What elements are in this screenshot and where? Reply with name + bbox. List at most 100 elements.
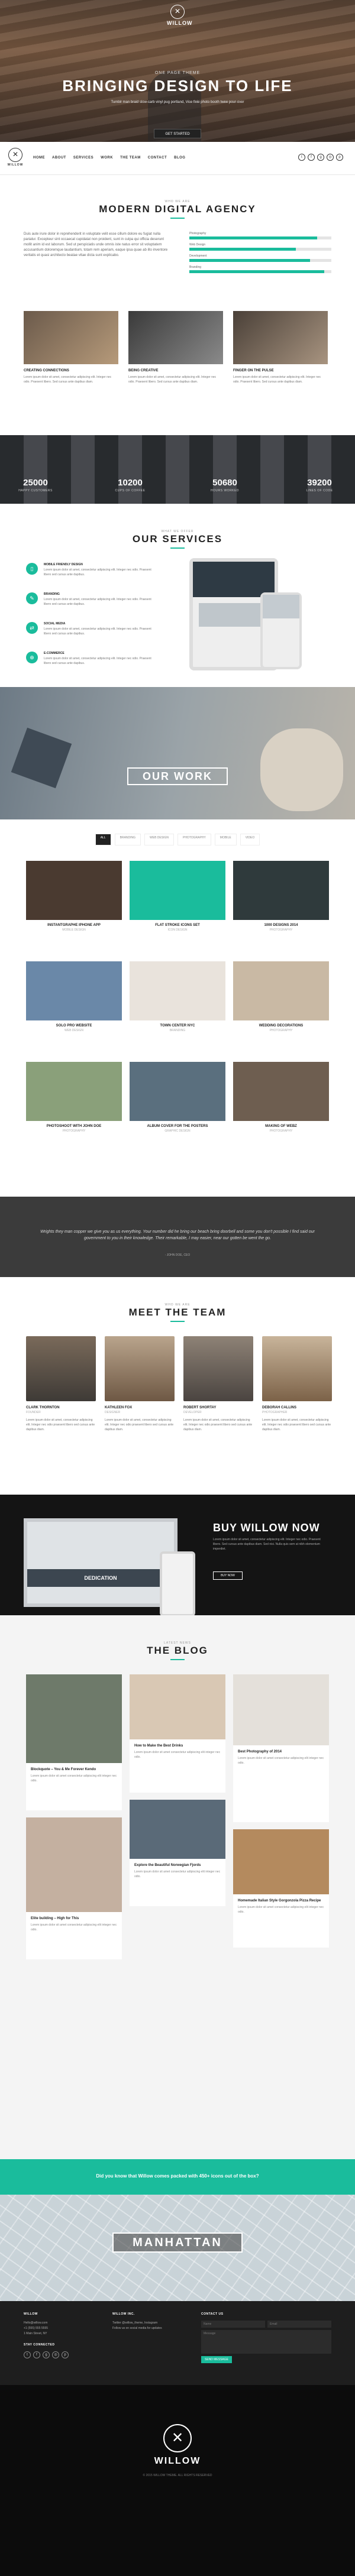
- stat-value: 50680: [212, 478, 237, 488]
- post-image: [130, 1800, 225, 1859]
- nav-item-about[interactable]: ABOUT: [52, 156, 66, 160]
- portfolio-title: WEDDING DECORATIONS: [259, 1024, 304, 1028]
- avatar: [26, 1336, 96, 1401]
- map-label: MANHATTAN: [112, 2232, 243, 2253]
- skill-label: Branding: [189, 265, 202, 269]
- pinterest-icon[interactable]: p: [62, 2351, 69, 2358]
- map-section[interactable]: MANHATTAN: [0, 2195, 355, 2301]
- instagram-icon[interactable]: ◎: [327, 154, 334, 161]
- portfolio-item[interactable]: TOWN CENTER NYC BRANDING: [130, 961, 225, 1032]
- about-cards: CREATING CONNECTIONS Lorem ipsum dolor s…: [24, 311, 328, 384]
- post-excerpt: Lorem ipsum dolor sit amet consectetur a…: [238, 1757, 324, 1765]
- team-section: WHO WE ARE MEET THE TEAM CLARK THORNTON F…: [0, 1277, 355, 1490]
- about-image: [233, 311, 328, 364]
- portfolio-item[interactable]: 1000 DESIGNS 2014 PHOTOGRAPHY: [233, 861, 329, 932]
- post-image: [26, 1817, 122, 1912]
- stat-label: LINES OF CODE: [306, 489, 333, 492]
- nav-logo[interactable]: ✕ WILLOW: [6, 148, 25, 167]
- send-message-button[interactable]: SEND MESSAGE: [201, 2356, 232, 2363]
- phone-screen-block: [263, 595, 299, 618]
- portfolio-category: GRAPHIC DESIGN: [164, 1129, 191, 1133]
- nav-item-services[interactable]: SERVICES: [73, 156, 93, 160]
- filter-photography[interactable]: PHOTOGRAPHY: [177, 834, 211, 845]
- portfolio-item[interactable]: SOLO PRO WEBSITE WEB DESIGN: [26, 961, 122, 1032]
- cta-band: Did you know that Willow comes packed wi…: [0, 2159, 355, 2195]
- portfolio-image: [233, 1062, 329, 1121]
- skill-fill: [189, 259, 310, 262]
- twitter-icon[interactable]: t: [24, 2351, 31, 2358]
- portfolio-item[interactable]: ALBUM COVER FOR THE POSTERS GRAPHIC DESIG…: [130, 1062, 225, 1133]
- member-role: PHOTOGRAPHER: [262, 1411, 288, 1414]
- portfolio-item[interactable]: PHOTOSHOOT WITH JOHN DOE PHOTOGRAPHY: [26, 1062, 122, 1133]
- post-excerpt: Lorem ipsum dolor sit amet consectetur a…: [31, 1923, 117, 1932]
- skill-bar: Web Design: [189, 243, 331, 251]
- nav-item-work[interactable]: WORK: [101, 156, 113, 160]
- footer-text: Twitter @willow_theme, Instagram: [112, 2321, 158, 2325]
- post-excerpt: Lorem ipsum dolor sit amet consectetur a…: [134, 1751, 221, 1759]
- blog-post[interactable]: Best Photography of 2014 Lorem ipsum dolo…: [233, 1674, 329, 1822]
- logo-word: WILLOW: [7, 163, 24, 167]
- filter-web-design[interactable]: WEB DESIGN: [144, 834, 174, 845]
- nav-menu: HOME ABOUT SERVICES WORK THE TEAM CONTAC…: [33, 156, 185, 160]
- stat-item: 50680 HOURS WORKED: [189, 478, 260, 492]
- nav-item-team[interactable]: THE TEAM: [120, 156, 141, 160]
- promo-title: BUY WILLOW NOW: [213, 1522, 320, 1534]
- nav-item-blog[interactable]: BLOG: [174, 156, 185, 160]
- portfolio-item[interactable]: INSTANTGRAPHE IPHONE APP MOBILE DESIGN: [26, 861, 122, 932]
- portfolio-item[interactable]: WEDDING DECORATIONS PHOTOGRAPHY: [233, 961, 329, 1032]
- blog-title: THE BLOG: [147, 1645, 208, 1656]
- pinterest-icon[interactable]: p: [336, 154, 343, 161]
- get-started-button[interactable]: GET STARTED: [154, 129, 201, 138]
- skill-fill: [189, 248, 296, 251]
- promo-text: Lorem ipsum dolor sit amet, consectetur …: [213, 1538, 321, 1551]
- google-plus-icon[interactable]: g: [317, 154, 324, 161]
- member-role: FOUNDER: [26, 1411, 41, 1414]
- footer-email[interactable]: Hello@willow.com: [24, 2321, 112, 2326]
- blog-post[interactable]: Homemade Italian Style Gorgonzola Pizza …: [233, 1829, 329, 1948]
- google-plus-icon[interactable]: g: [43, 2351, 50, 2358]
- about-card-text: Lorem ipsum dolor sit amet, consectetur …: [233, 375, 321, 384]
- instagram-icon[interactable]: ◎: [52, 2351, 59, 2358]
- nav-item-home[interactable]: HOME: [33, 156, 45, 160]
- name-field[interactable]: Name: [201, 2321, 265, 2328]
- buy-now-button[interactable]: BUY NOW: [213, 1571, 243, 1580]
- email-field[interactable]: Email: [267, 2321, 331, 2328]
- team-member: DEBORAH CALLINS PHOTOGRAPHER Lorem ipsum d…: [262, 1336, 332, 1432]
- facebook-icon[interactable]: f: [33, 2351, 40, 2358]
- facebook-icon[interactable]: f: [308, 154, 315, 161]
- portfolio-image: [130, 961, 225, 1020]
- stat-item: 25000 HAPPY CUSTOMERS: [0, 478, 71, 492]
- filter-video[interactable]: VIDEO: [240, 834, 260, 845]
- blog-post[interactable]: Elite building – High for This Lorem ipsu…: [26, 1817, 122, 1959]
- twitter-icon[interactable]: t: [298, 154, 305, 161]
- portfolio-category: ICON DESIGN: [167, 928, 188, 932]
- member-role: DESIGNER: [105, 1411, 121, 1414]
- post-title: Blockquote – You & Me Forever Kendo: [31, 1768, 96, 1771]
- avatar: [183, 1336, 253, 1401]
- member-name: KATHLEEN FOX: [105, 1406, 133, 1409]
- service-text: Lorem ipsum dolor sit amet, consectetur …: [44, 627, 151, 636]
- filter-branding[interactable]: BRANDING: [114, 834, 141, 845]
- blog-post[interactable]: Explore the Beautiful Norwegian Fjords Lo…: [130, 1800, 225, 1906]
- blog-post[interactable]: Blockquote – You & Me Forever Kendo Lorem…: [26, 1674, 122, 1810]
- service-title: MOBILE FRIENDLY DESIGN: [44, 563, 83, 566]
- footer-logo[interactable]: ✕ WILLOW: [154, 2424, 201, 2467]
- portfolio-title: ALBUM COVER FOR THE POSTERS: [147, 1125, 208, 1128]
- tablet-screen-header: [193, 562, 275, 597]
- blog-post[interactable]: How to Make the Best Drinks Lorem ipsum d…: [130, 1674, 225, 1793]
- service-item: ⊕ E-COMMERCE Lorem ipsum dolor sit amet, c…: [26, 652, 156, 666]
- stat-label: HAPPY CUSTOMERS: [18, 489, 53, 492]
- portfolio-image: [130, 861, 225, 920]
- portfolio-item[interactable]: MAKING OF WEBZ PHOTOGRAPHY: [233, 1062, 329, 1133]
- filter-all[interactable]: ALL: [95, 834, 111, 845]
- post-title: Homemade Italian Style Gorgonzola Pizza …: [238, 1899, 321, 1903]
- service-item: ▯ MOBILE FRIENDLY DESIGN Lorem ipsum dolor…: [26, 563, 156, 577]
- post-title: Explore the Beautiful Norwegian Fjords: [134, 1864, 201, 1867]
- message-field[interactable]: Message: [201, 2330, 331, 2354]
- portfolio-item[interactable]: FLAT STROKE ICONS SET ICON DESIGN: [130, 861, 225, 932]
- hero-logo[interactable]: ✕ WILLOW: [167, 5, 192, 26]
- filter-mobile[interactable]: MOBILE: [214, 834, 237, 845]
- nav-item-contact[interactable]: CONTACT: [148, 156, 167, 160]
- stat-item: 10200 CUPS OF COFFEE: [95, 478, 166, 492]
- about-text: Duis aute irure dolor in reprehenderit i…: [24, 232, 168, 257]
